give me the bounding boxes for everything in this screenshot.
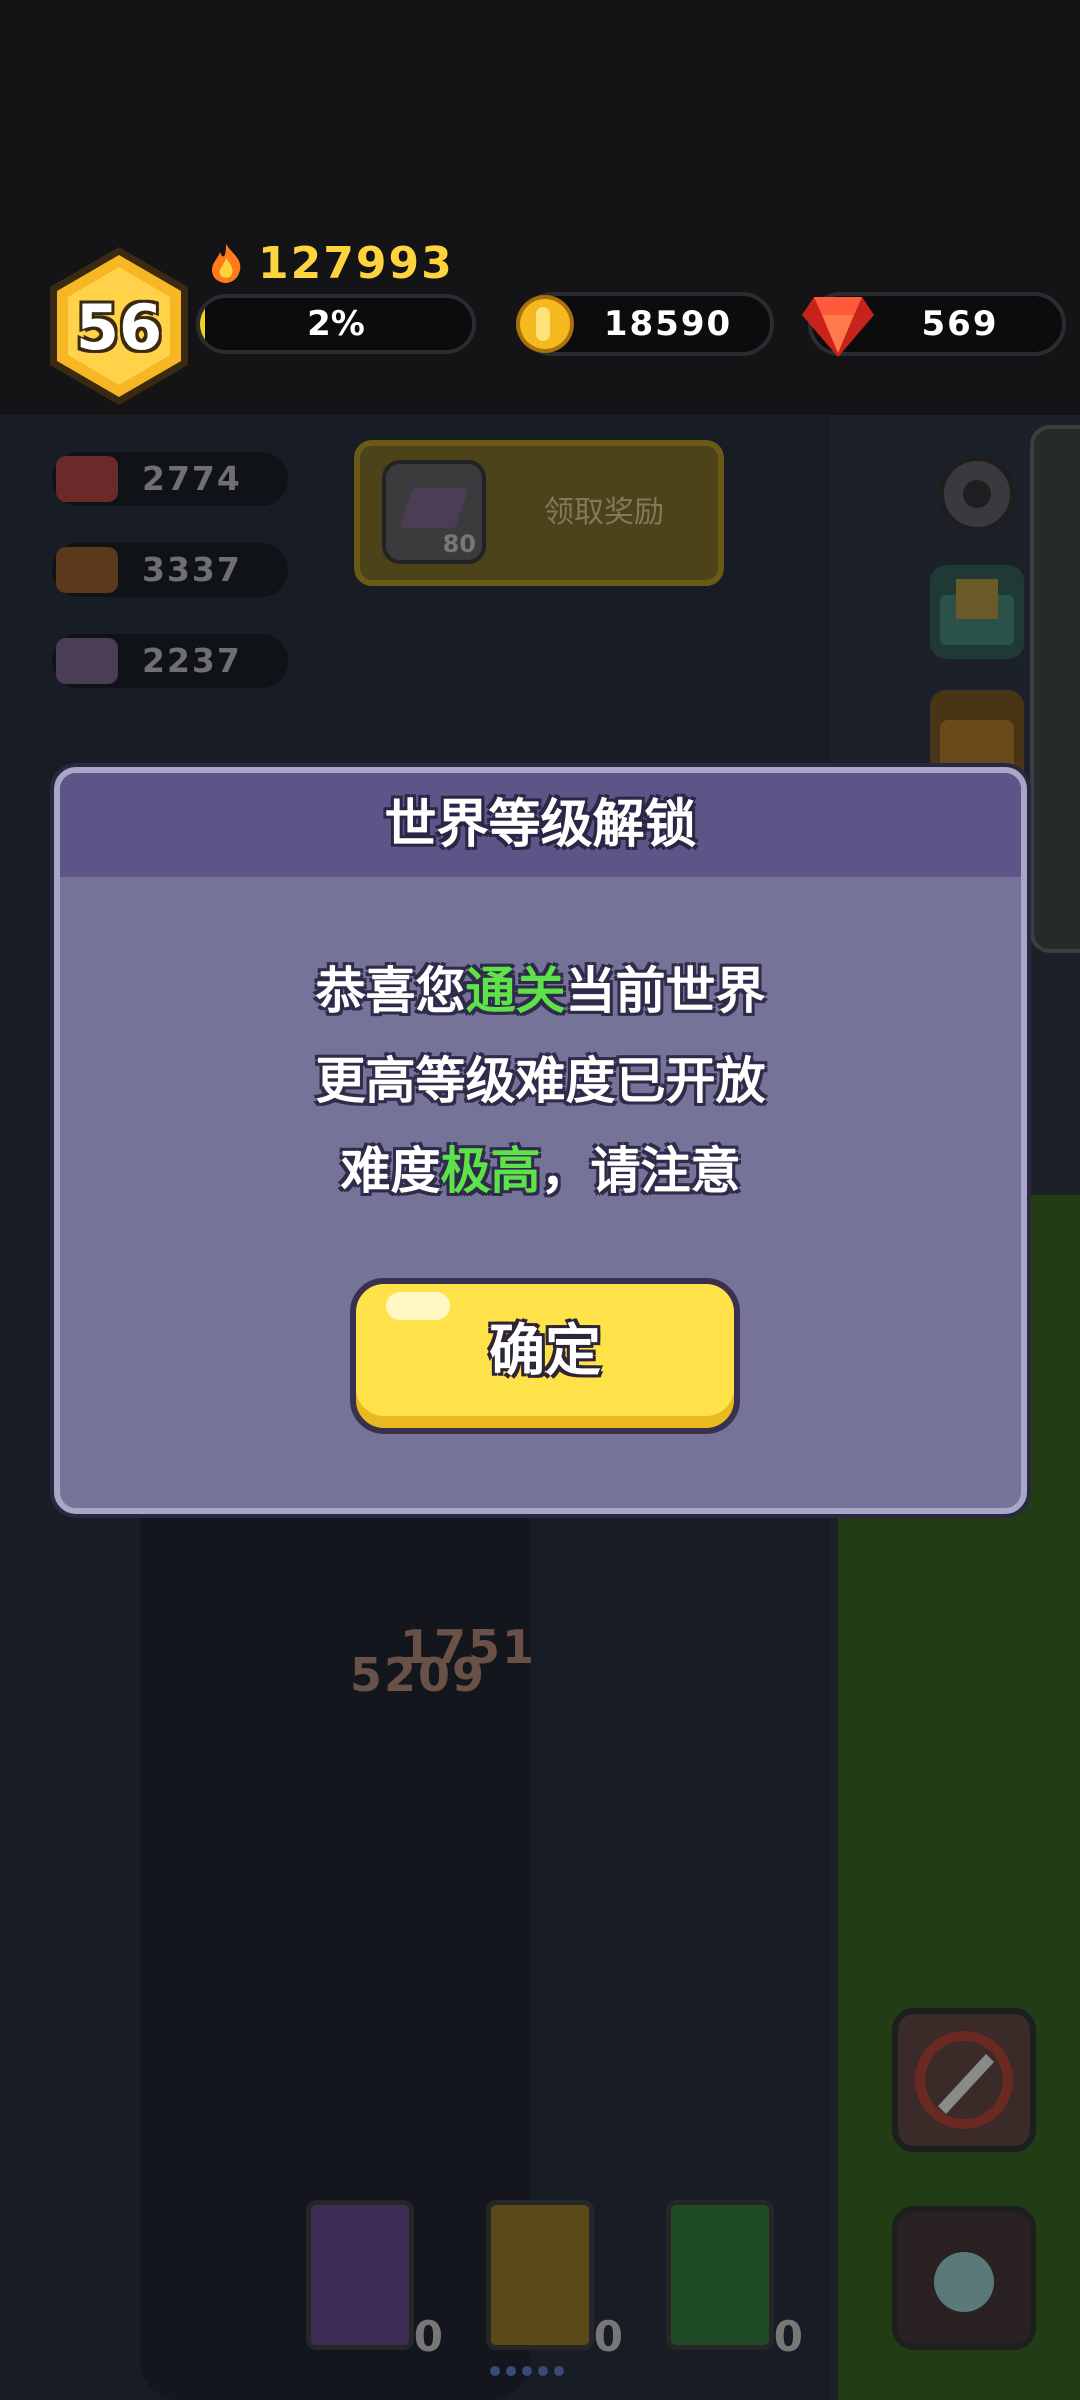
confirm-button[interactable]: 确定 <box>350 1278 740 1434</box>
world-level-unlock-dialog: 世界等级解锁 恭喜您通关当前世界 更高等级难度已开放 难度极高，请注意 确定 <box>54 767 1027 1514</box>
game-screen: 56 127993 2% 18590 569 2774 3337 2237 80… <box>0 0 1080 2400</box>
text: 难度 <box>340 1142 441 1200</box>
ingot-icon <box>399 488 469 528</box>
xp-progress-bar: 2% <box>196 294 476 354</box>
meat-icon <box>56 456 118 502</box>
book-count: 0 <box>773 2312 803 2361</box>
book-count: 0 <box>593 2312 623 2361</box>
page-dot <box>522 2366 532 2376</box>
book-count: 0 <box>413 2312 443 2361</box>
sword-icon <box>915 2031 1013 2129</box>
highlight-text: 极高 <box>440 1142 541 1200</box>
dialog-line-1: 恭喜您通关当前世界 <box>60 951 1021 1023</box>
page-indicator <box>490 2366 590 2380</box>
meat-value: 2774 <box>142 459 242 498</box>
wing-book-button[interactable]: 0 <box>486 2200 623 2361</box>
lightning-book-button[interactable]: 0 <box>306 2200 443 2361</box>
power-value: 127993 <box>258 237 454 289</box>
page-dot <box>538 2366 548 2376</box>
text: ，请注意 <box>540 1142 741 1200</box>
wood-value: 3337 <box>142 550 242 589</box>
mail-icon <box>940 579 1014 645</box>
wood-icon <box>56 547 118 593</box>
mail-button[interactable] <box>930 565 1024 659</box>
portal-button[interactable] <box>892 2206 1036 2350</box>
settings-gear-button[interactable] <box>930 447 1024 541</box>
page-dot <box>506 2366 516 2376</box>
claim-reward-button[interactable]: 80 领取奖励 <box>354 440 724 586</box>
text: 恭喜您 <box>315 962 466 1020</box>
red-gem-icon <box>802 297 874 357</box>
page-dot <box>490 2366 500 2376</box>
flame-icon <box>212 244 241 283</box>
player-level: 56 <box>75 291 163 364</box>
wood-resource: 3337 <box>52 543 288 597</box>
reward-item-slot: 80 <box>382 460 486 564</box>
meat-resource: 2774 <box>52 452 288 506</box>
damage-number: 5209 <box>350 1648 487 1702</box>
player-level-badge[interactable]: 56 <box>44 243 194 409</box>
reward-item-count: 80 <box>442 530 476 558</box>
dialog-line-2: 更高等级难度已开放 <box>315 1052 766 1110</box>
auto-battle-button[interactable] <box>892 2008 1036 2152</box>
confirm-label: 确定 <box>489 1319 601 1384</box>
ingot-value: 2237 <box>142 641 242 680</box>
claim-reward-label: 领取奖励 <box>544 495 664 530</box>
gold-coin-icon <box>516 295 574 353</box>
xp-percent: 2% <box>307 304 365 344</box>
dialog-line-3: 难度极高，请注意 <box>60 1131 1021 1203</box>
portal-icon <box>934 2252 994 2312</box>
power-display: 127993 <box>206 237 454 289</box>
highlight-text: 通关 <box>465 962 566 1020</box>
text: 当前世界 <box>565 962 766 1020</box>
gold-value: 18590 <box>603 304 733 344</box>
page-dot <box>554 2366 564 2376</box>
gem-value: 569 <box>921 304 999 344</box>
side-panel <box>1030 425 1080 953</box>
ingot-icon <box>56 638 118 684</box>
gear-icon <box>938 455 1016 533</box>
dialog-header: 世界等级解锁 <box>60 773 1021 877</box>
dialog-title: 世界等级解锁 <box>384 795 697 855</box>
heal-book-button[interactable]: 0 <box>666 2200 803 2361</box>
ingot-resource: 2237 <box>52 634 288 688</box>
